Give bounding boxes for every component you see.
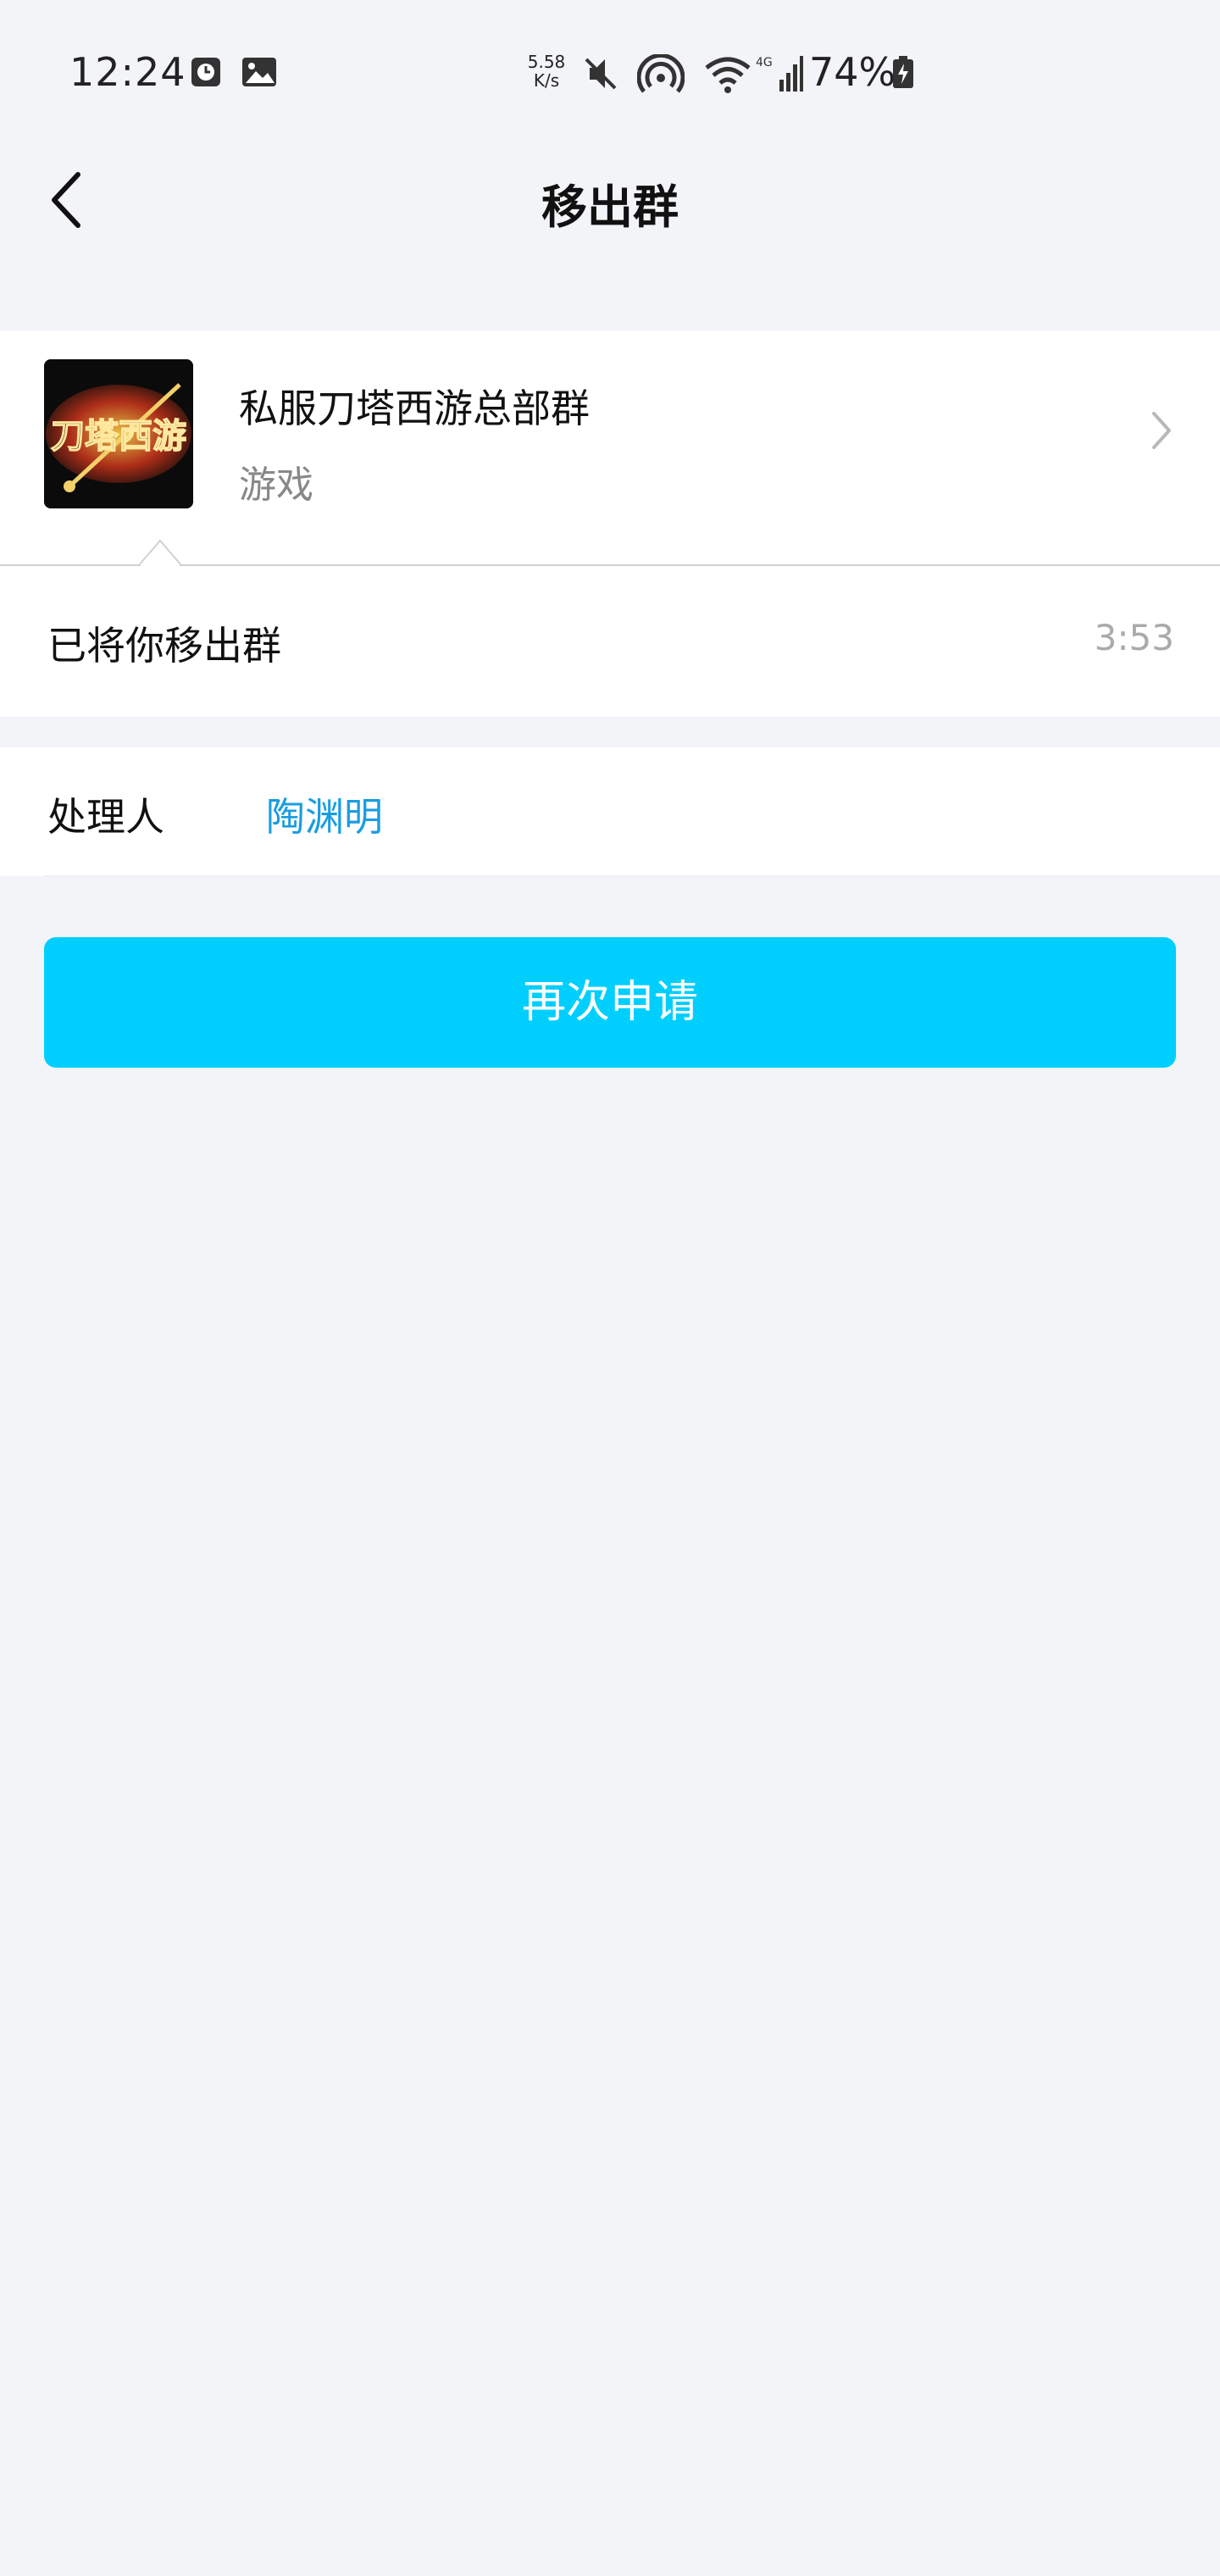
divider	[0, 564, 1220, 566]
battery-percent: 74%	[809, 49, 896, 95]
group-name: 私服刀塔西游总部群	[239, 386, 590, 431]
battery-charging-icon	[891, 56, 915, 93]
signal-4g-icon: 4G	[756, 54, 803, 98]
network-speed-value: 5.58	[527, 52, 566, 72]
mute-icon	[581, 54, 620, 97]
wifi-icon	[703, 54, 752, 98]
status-time: 12:24	[69, 49, 186, 95]
handler-label: 处理人	[47, 794, 164, 840]
clock-notification-icon	[190, 56, 222, 92]
hotspot-icon	[636, 53, 685, 98]
page-title: 移出群	[541, 180, 679, 234]
network-speed: 5.58 K/s	[522, 53, 571, 90]
divider	[44, 875, 1220, 876]
handler-name-link[interactable]: 陶渊明	[266, 786, 383, 842]
pointer-arrow-icon	[138, 537, 182, 569]
network-speed-unit: K/s	[533, 70, 560, 91]
group-category: 游戏	[239, 464, 313, 507]
group-avatar: 刀塔西游	[44, 359, 193, 508]
status-bar: 12:24 5.58 K/s 4G 74%	[0, 0, 1220, 153]
notice-message: 已将你移出群	[47, 623, 281, 669]
handler-row: 处理人 陶渊明	[0, 747, 1220, 876]
group-avatar-text: 刀塔西游	[51, 417, 186, 456]
image-notification-icon	[241, 56, 278, 92]
svg-text:4G: 4G	[756, 56, 773, 69]
group-info-card[interactable]: 刀塔西游 私服刀塔西游总部群 游戏	[0, 330, 1220, 564]
removal-notice: 已将你移出群 3:53	[0, 539, 1220, 717]
chevron-right-icon	[1149, 408, 1174, 456]
notice-time: 3:53	[1094, 617, 1174, 658]
reapply-button[interactable]: 再次申请	[44, 937, 1176, 1068]
nav-bar: 移出群	[0, 153, 1220, 246]
